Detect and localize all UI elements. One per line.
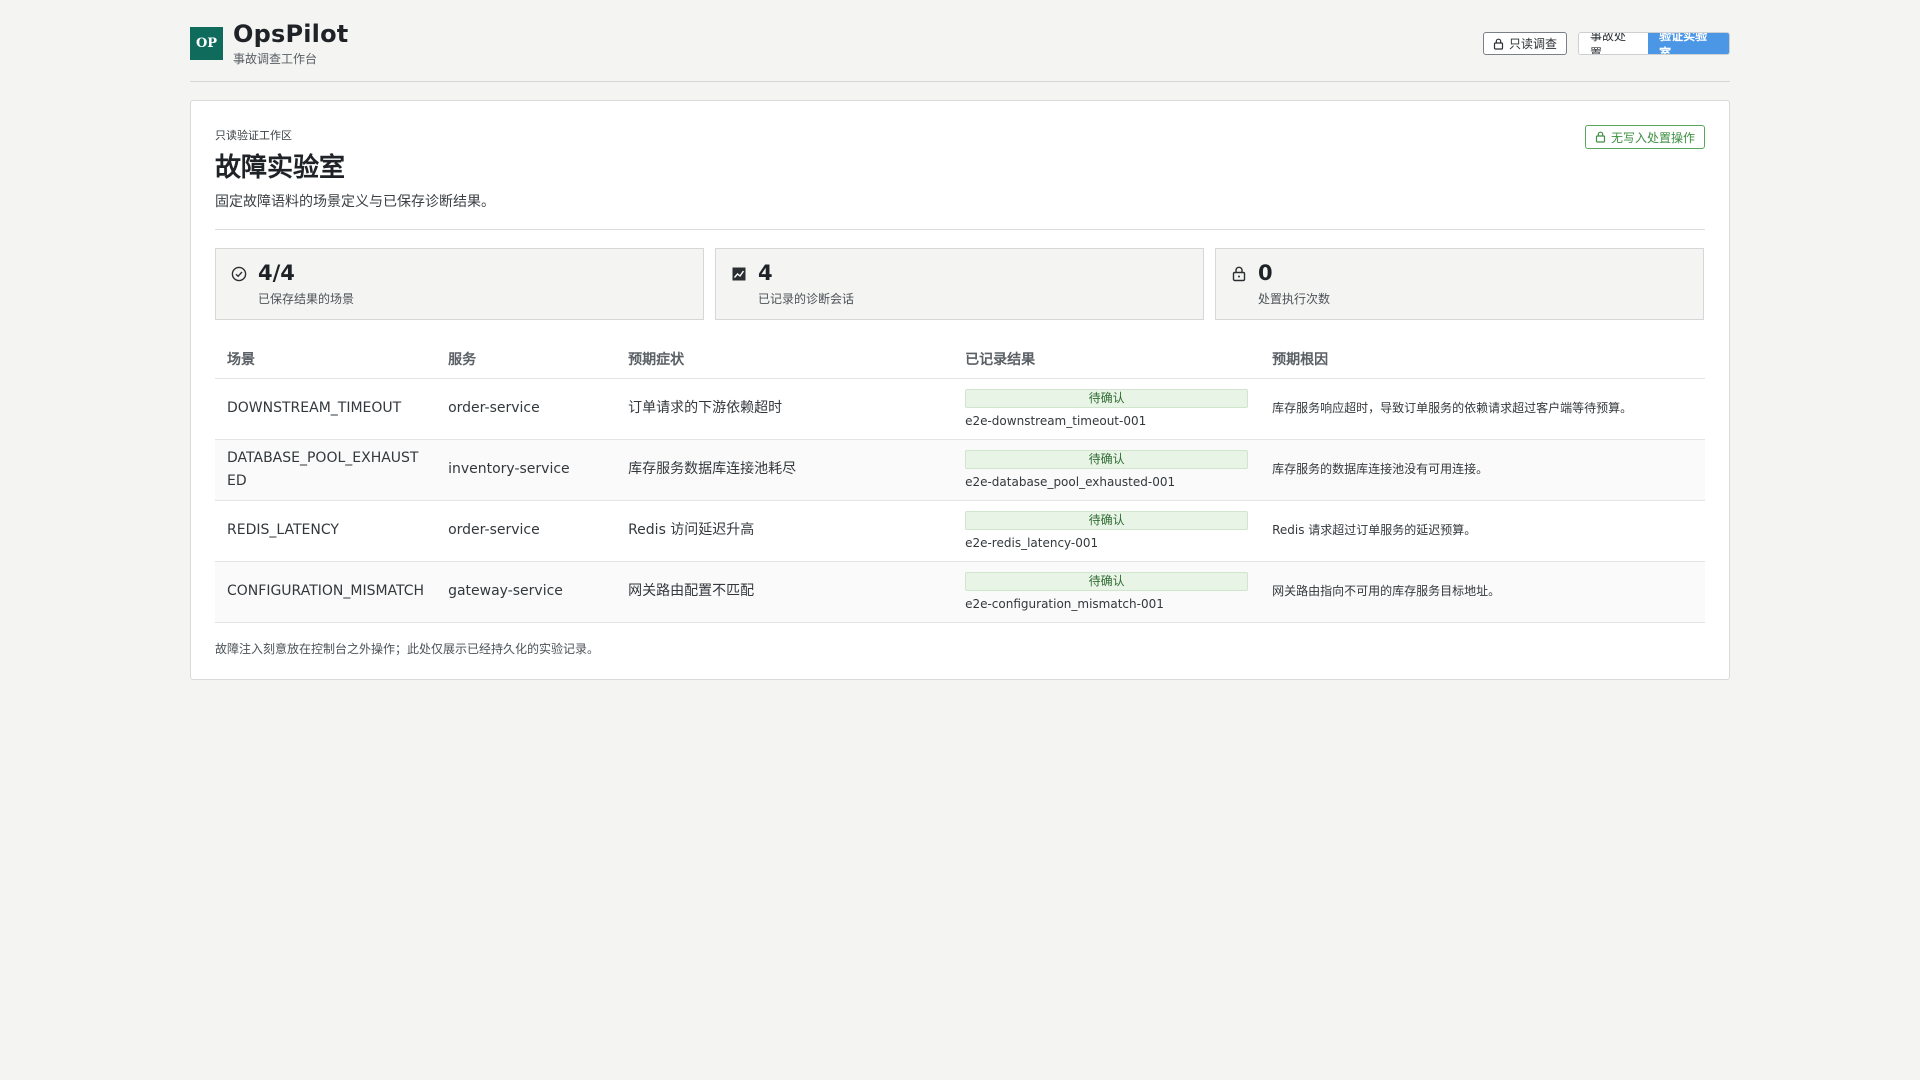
stat-card-remediation-runs: 0 处置执行次数	[1215, 248, 1704, 320]
root-cause-cell: 库存服务响应超时，导致订单服务的依赖请求超过客户端等待预算。	[1260, 378, 1705, 440]
table-row: DATABASE_POOL_EXHAUSTED inventory-servic…	[215, 439, 1705, 501]
stat-card-diagnostic-sessions: 4 已记录的诊断会话	[715, 248, 1204, 320]
table-header-row: 场景 服务 预期症状 已记录结果 预期根因	[215, 341, 1705, 379]
scenario-cell: CONFIGURATION_MISMATCH	[215, 561, 437, 623]
column-header-root-cause: 预期根因	[1260, 341, 1705, 379]
check-circle-icon	[230, 265, 248, 283]
table-row: CONFIGURATION_MISMATCH gateway-service 网…	[215, 561, 1705, 623]
app-logo: OP	[190, 27, 223, 60]
no-write-actions-label: 无写入处置操作	[1610, 130, 1695, 145]
tab-validation-lab[interactable]: 验证实验室	[1648, 33, 1729, 54]
stat-label: 处置执行次数	[1258, 292, 1331, 306]
lock-icon	[1493, 38, 1504, 50]
column-header-service: 服务	[436, 341, 617, 379]
scenario-table: 场景 服务 预期症状 已记录结果 预期根因 DOWNSTREAM_TIMEOUT…	[215, 341, 1705, 623]
stat-value: 0	[1258, 261, 1273, 285]
result-id: e2e-configuration_mismatch-001	[965, 596, 1164, 611]
readonly-investigation-button[interactable]: 只读调查	[1483, 32, 1568, 55]
page-subtitle: 固定故障语料的场景定义与已保存诊断结果。	[215, 194, 495, 210]
lock-icon	[1230, 265, 1248, 283]
scenario-cell: DATABASE_POOL_EXHAUSTED	[215, 439, 437, 501]
readonly-investigation-label: 只读调查	[1509, 37, 1558, 51]
stat-label: 已保存结果的场景	[258, 292, 355, 306]
fault-lab-card: 只读验证工作区 故障实验室 固定故障语料的场景定义与已保存诊断结果。 无写入处置…	[190, 100, 1730, 680]
result-cell: 待确认 e2e-database_pool_exhausted-001	[953, 439, 1261, 501]
symptom-cell: 库存服务数据库连接池耗尽	[616, 439, 954, 501]
table-row: DOWNSTREAM_TIMEOUT order-service 订单请求的下游…	[215, 378, 1705, 440]
result-id: e2e-database_pool_exhausted-001	[965, 474, 1176, 489]
scenario-cell: DOWNSTREAM_TIMEOUT	[215, 378, 437, 440]
service-cell: order-service	[436, 500, 617, 562]
tab-incident-handling[interactable]: 事故处置	[1579, 33, 1649, 54]
stat-label: 已记录的诊断会话	[758, 292, 855, 306]
service-cell: inventory-service	[436, 439, 617, 501]
stat-card-saved-scenarios: 4/4 已保存结果的场景	[215, 248, 704, 320]
stat-value: 4	[758, 261, 773, 285]
status-badge: 待确认	[965, 571, 1249, 591]
result-id: e2e-redis_latency-001	[965, 535, 1099, 550]
status-badge: 待确认	[965, 510, 1249, 530]
result-cell: 待确认 e2e-configuration_mismatch-001	[953, 561, 1261, 623]
trend-chart-icon	[730, 265, 748, 283]
result-cell: 待确认 e2e-redis_latency-001	[953, 500, 1261, 562]
column-header-symptom: 预期症状	[616, 341, 954, 379]
status-badge: 待确认	[965, 449, 1249, 469]
page-title: 故障实验室	[215, 153, 346, 183]
column-header-scenario: 场景	[215, 341, 437, 379]
brand-subtitle: 事故调查工作台	[233, 52, 318, 66]
root-cause-cell: 网关路由指向不可用的库存服务目标地址。	[1260, 561, 1705, 623]
no-write-actions-badge: 无写入处置操作	[1584, 125, 1705, 149]
top-bar: OP OpsPilot 事故调查工作台 只读调查 事故处置 验证实验室	[190, 20, 1730, 82]
symptom-cell: 订单请求的下游依赖超时	[616, 378, 954, 440]
status-badge: 待确认	[965, 388, 1249, 408]
symptom-cell: Redis 访问延迟升高	[616, 500, 954, 562]
service-cell: gateway-service	[436, 561, 617, 623]
nav-segmented-control: 事故处置 验证实验室	[1578, 32, 1730, 55]
table-row: REDIS_LATENCY order-service Redis 访问延迟升高…	[215, 500, 1705, 562]
section-eyebrow: 只读验证工作区	[215, 129, 292, 142]
lock-icon	[1595, 131, 1606, 143]
scenario-cell: REDIS_LATENCY	[215, 500, 437, 562]
header-divider	[215, 229, 1705, 230]
result-id: e2e-downstream_timeout-001	[965, 413, 1147, 428]
column-header-result: 已记录结果	[953, 341, 1261, 379]
symptom-cell: 网关路由配置不匹配	[616, 561, 954, 623]
stat-value: 4/4	[258, 261, 295, 285]
result-cell: 待确认 e2e-downstream_timeout-001	[953, 378, 1261, 440]
brand-name: OpsPilot	[233, 20, 349, 48]
scenario-text: DATABASE_POOL_EXHAUSTED	[227, 449, 419, 489]
root-cause-cell: 库存服务的数据库连接池没有可用连接。	[1260, 439, 1705, 501]
footnote: 故障注入刻意放在控制台之外操作；此处仅展示已经持久化的实验记录。	[215, 642, 600, 656]
service-cell: order-service	[436, 378, 617, 440]
root-cause-cell: Redis 请求超过订单服务的延迟预算。	[1260, 500, 1705, 562]
